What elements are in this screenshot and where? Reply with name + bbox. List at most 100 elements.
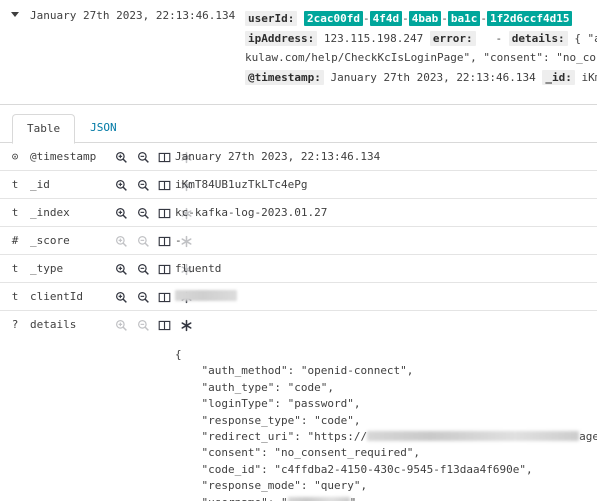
row-actions	[113, 143, 192, 171]
userid-highlight-3: ba1c	[447, 11, 481, 26]
json-value-code-id: "c4ffdba2-4150-430c-9545-f13daa4f690e",	[274, 462, 533, 476]
row-actions	[113, 199, 192, 227]
userid-highlight-0: 2cac00fd	[303, 11, 363, 26]
toggle-column-icon[interactable]	[158, 263, 172, 276]
userid-sep-0: -	[362, 12, 370, 25]
details-json-block: { "auth_method": "openid-connect", "auth…	[175, 347, 597, 501]
userid-sep-3: -	[480, 12, 487, 25]
source-line-userid: userId: 2cac00fd -4f4d -4bab - ba1c -1f2d6ccf…	[245, 9, 597, 29]
userid-highlight-4: 1f2d6ccf4d15	[486, 11, 573, 26]
row-actions	[113, 283, 192, 311]
zoom-in-icon[interactable]	[115, 151, 129, 164]
table-row: t clientId	[0, 283, 597, 311]
zoom-out-icon[interactable]	[137, 207, 151, 220]
table-row: t _index kc-kafka-log-2023.01.27	[0, 199, 597, 227]
userid-sep-1: -	[402, 12, 409, 25]
zoom-in-icon	[115, 319, 129, 332]
table-row: t _type fluentd	[0, 255, 597, 283]
row-actions	[113, 227, 192, 255]
row-actions	[113, 171, 192, 199]
userid-sep-2: -	[441, 12, 448, 25]
redaction-block	[175, 290, 237, 301]
details-value-clipped: { "aut	[574, 31, 597, 45]
toggle-column-icon[interactable]	[158, 291, 172, 304]
zoom-in-icon	[115, 235, 129, 248]
detail-tabs: Table JSON	[0, 105, 597, 144]
field-type-string-icon: t	[11, 262, 19, 275]
zoom-out-icon[interactable]	[137, 179, 151, 192]
field-name-score: _score	[30, 234, 70, 247]
field-value-score: -	[175, 234, 182, 247]
zoom-out-icon[interactable]	[137, 263, 151, 276]
json-key-consent: "consent":	[201, 446, 268, 460]
field-name-id: _id	[30, 178, 50, 191]
field-value-type: fluentd	[175, 262, 222, 275]
field-type-string-icon: t	[11, 290, 19, 303]
field-value-id: iKmT84UB1uzTkLTc4ePg	[175, 178, 308, 191]
json-value-username: "	[281, 496, 288, 501]
field-value-index: kc-kafka-log-2023.01.27	[175, 206, 328, 219]
field-exists-icon[interactable]	[180, 235, 194, 248]
json-key-response-mode: "response_mode":	[201, 479, 308, 493]
toggle-column-icon[interactable]	[158, 235, 172, 248]
json-value-username-suffix: "	[350, 496, 357, 501]
field-exists-icon[interactable]	[180, 263, 194, 276]
ipaddress-value: 123.115.198.247	[323, 31, 424, 45]
json-key-auth-type: "auth_type":	[201, 380, 281, 394]
json-value-consent: "no_consent_required",	[274, 446, 421, 460]
doc-time-value: January 27th 2023, 22:13:46.134	[30, 9, 236, 22]
caret-down-icon[interactable]	[11, 12, 19, 17]
field-name-timestamp: @timestamp	[30, 150, 97, 163]
field-exists-icon[interactable]	[180, 151, 194, 164]
json-key-username: "username":	[202, 496, 275, 501]
zoom-out-icon[interactable]	[137, 151, 151, 164]
expand-toggle-cell	[0, 8, 30, 17]
tab-json[interactable]: JSON	[75, 113, 132, 143]
zoom-in-icon[interactable]	[115, 291, 129, 304]
field-type-string-icon: t	[11, 206, 19, 219]
json-value-auth-type: "code",	[287, 380, 334, 394]
timestamp-value: January 27th 2023, 22:13:46.134	[330, 70, 536, 84]
tab-table[interactable]: Table	[12, 114, 76, 144]
field-table-body: ⊙ @timestamp January 27th 2023, 22:13:46…	[0, 143, 597, 501]
toggle-column-icon[interactable]	[158, 151, 172, 164]
source-line-ipaddress: ipAddress: 123.115.198.247 error: - deta…	[245, 29, 597, 49]
row-actions	[113, 255, 192, 283]
toggle-column-icon[interactable]	[158, 319, 172, 332]
zoom-in-icon[interactable]	[115, 263, 129, 276]
json-key-logintype: "loginType":	[201, 397, 281, 411]
field-exists-icon[interactable]	[180, 207, 194, 220]
json-value-logintype: "password",	[287, 397, 361, 411]
field-type-string-icon: t	[11, 178, 19, 191]
field-name-index: _index	[30, 206, 70, 219]
table-row: # _score -	[0, 227, 597, 255]
doc-source-preview: userId: 2cac00fd -4f4d -4bab - ba1c -1f2d6ccf…	[245, 8, 597, 87]
table-row: t _id iKmT84UB1uzTkLTc4ePg	[0, 171, 597, 199]
field-type-unknown-icon: ?	[11, 318, 19, 331]
field-value-clientid-redacted	[175, 283, 597, 311]
zoom-out-icon	[137, 319, 151, 332]
table-row: ? details { "auth_method": "openid-conne…	[0, 311, 597, 501]
field-value-timestamp: January 27th 2023, 22:13:46.134	[175, 150, 381, 163]
field-name-clientid: clientId	[30, 290, 83, 303]
zoom-out-icon[interactable]	[137, 291, 151, 304]
toggle-column-icon[interactable]	[158, 207, 172, 220]
zoom-in-icon[interactable]	[115, 179, 129, 192]
redaction-block-redirect-uri	[367, 431, 580, 442]
source-line-continuation: kulaw.com/help/CheckKcIsLoginPage", "con…	[245, 51, 596, 64]
json-value-auth-method: "openid-connect",	[300, 364, 414, 378]
field-name-type: _type	[30, 262, 64, 275]
field-label-error: error:	[429, 30, 476, 46]
field-label-ipaddress: ipAddress:	[245, 30, 318, 46]
toggle-column-icon[interactable]	[158, 179, 172, 192]
field-exists-icon[interactable]	[180, 179, 194, 192]
field-exists-icon[interactable]	[180, 319, 194, 332]
zoom-in-icon[interactable]	[115, 207, 129, 220]
json-key-auth-method: "auth_method":	[201, 364, 295, 378]
field-type-clock-icon: ⊙	[11, 150, 19, 163]
zoom-out-icon	[137, 235, 151, 248]
json-key-code-id: "code_id":	[201, 462, 268, 476]
id-value-clipped: iKm	[581, 70, 597, 84]
json-value-response-mode: "query",	[314, 479, 368, 493]
field-label-userid: userId:	[245, 11, 298, 26]
